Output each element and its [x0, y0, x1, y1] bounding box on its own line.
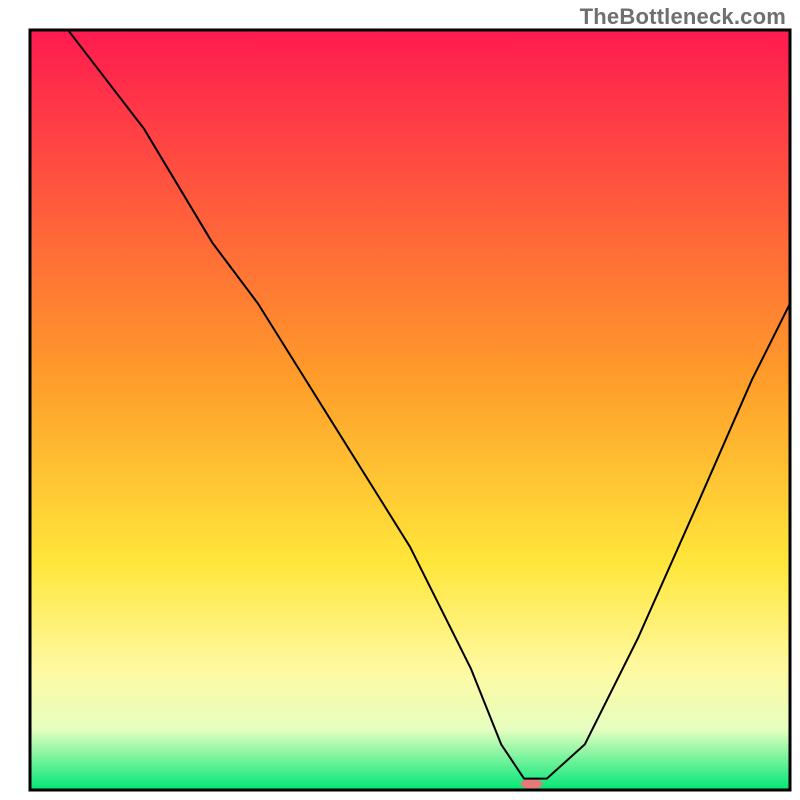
chart-background — [30, 30, 790, 790]
watermark-text: TheBottleneck.com — [580, 4, 786, 30]
optimal-marker — [521, 779, 543, 789]
bottleneck-chart — [0, 0, 800, 800]
chart-container: TheBottleneck.com — [0, 0, 800, 800]
